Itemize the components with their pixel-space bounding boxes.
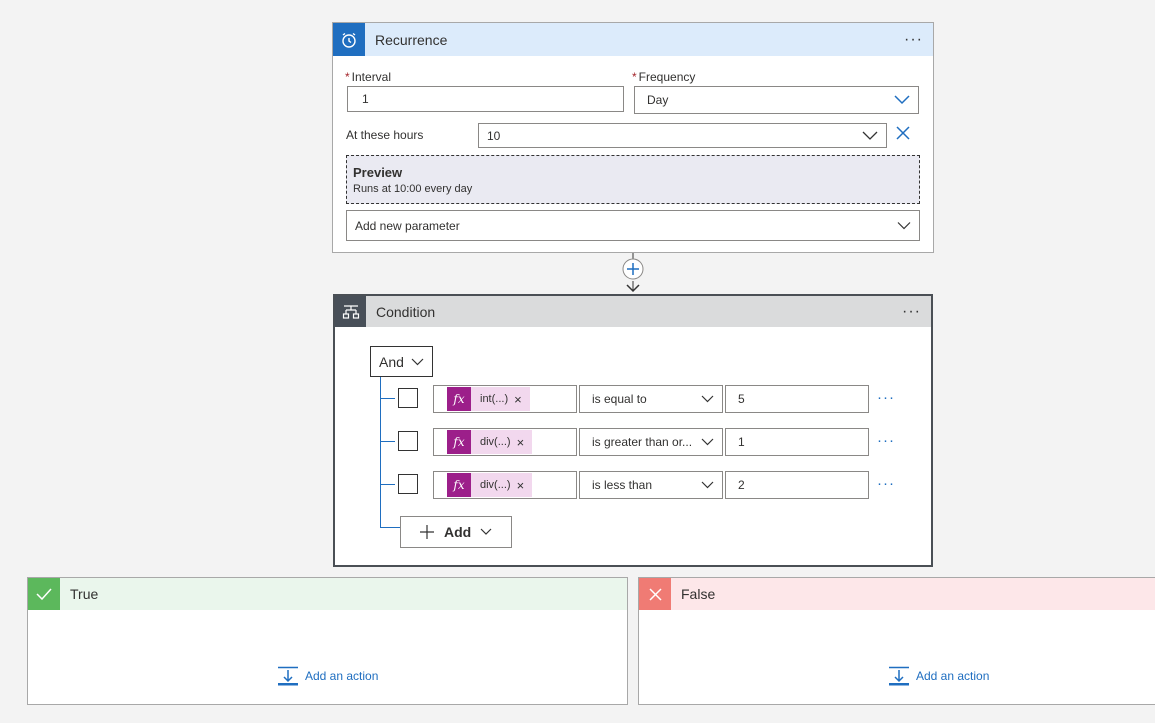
fx-icon: fx [447,430,471,454]
close-icon [648,587,662,601]
frequency-label: * Frequency [632,70,696,84]
false-add-action-label: Add an action [916,669,990,683]
operand-value: 2 [738,478,745,492]
true-add-action-button[interactable]: Add an action [277,666,378,686]
interval-value: 1 [362,92,369,106]
schedule-preview: Preview Runs at 10:00 every day [346,155,920,204]
operator-value: is equal to [592,392,647,406]
plus-icon [420,525,434,539]
chevron-down-icon [480,528,492,535]
row-checkbox[interactable] [398,431,418,451]
operator-value: is less than [592,478,653,492]
add-action-icon [889,666,909,686]
close-icon[interactable] [896,126,910,140]
condition-title: Condition [376,303,436,320]
chevron-down-icon [411,358,424,365]
left-operand-input[interactable]: fx div(...) × [433,471,577,499]
true-branch-header[interactable]: True [28,578,627,610]
chevron-down-icon [701,438,714,446]
condition-icon [342,304,359,319]
right-operand-input[interactable]: 5 [725,385,869,413]
interval-input[interactable]: 1 [347,86,624,112]
operator-dropdown[interactable]: is less than [579,471,723,499]
operand-value: 5 [738,392,745,406]
false-branch: False Add an action [638,577,1155,705]
alarm-clock-icon [342,32,356,48]
fx-icon: fx [447,387,471,411]
add-row-button[interactable]: Add [400,516,512,548]
required-marker: * [345,70,350,84]
add-action-icon [278,666,298,686]
right-operand-input[interactable]: 1 [725,428,869,456]
recurrence-header[interactable]: Recurrence ··· [333,23,933,56]
hours-dropdown[interactable]: 10 [478,123,887,148]
preview-text: Runs at 10:00 every day [353,183,473,195]
true-branch: True Add an action [27,577,628,705]
add-parameter-label: Add new parameter [355,218,460,233]
recurrence-title: Recurrence [375,31,448,48]
token-label: div(...) [480,436,511,448]
hours-value: 10 [487,128,501,143]
expression-token[interactable]: fx div(...) × [447,473,533,497]
operator-dropdown[interactable]: is equal to [579,385,723,413]
recurrence-card: Recurrence ··· * Interval 1 * Frequency Da… [332,22,934,253]
interval-label: * Interval [345,70,392,84]
false-icon-tile [639,578,671,610]
remove-token-icon[interactable]: × [517,478,525,493]
tree-branch [380,441,395,442]
false-branch-header[interactable]: False [639,578,1155,610]
token-label: div(...) [480,479,511,491]
operator-value: is greater than or... [592,435,693,449]
recurrence-menu-button[interactable]: ··· [904,31,923,49]
group-operator-value: And [379,353,404,370]
fx-icon: fx [447,473,471,497]
frequency-value: Day [647,93,669,107]
left-operand-input[interactable]: fx div(...) × [433,428,577,456]
add-row-label: Add [444,524,472,540]
row-checkbox[interactable] [398,388,418,408]
expression-token[interactable]: fx div(...) × [447,430,533,454]
row-menu-button[interactable]: ··· [877,475,895,492]
tree-branch [380,527,400,528]
chevron-down-icon [701,395,714,403]
token-label: int(...) [480,393,509,405]
row-checkbox[interactable] [398,474,418,494]
preview-title: Preview [353,165,403,180]
remove-token-icon[interactable]: × [517,435,525,450]
operand-value: 1 [738,435,745,449]
tree-branch [380,398,395,399]
condition-icon-tile [335,296,366,327]
true-branch-title: True [70,586,99,602]
true-add-action-label: Add an action [305,669,379,683]
true-icon-tile [28,578,60,610]
condition-header[interactable]: Condition ··· [335,296,931,327]
frequency-dropdown[interactable]: Day [634,86,919,114]
false-add-action-button[interactable]: Add an action [888,666,989,686]
tree-line [380,377,381,528]
recurrence-icon-tile [333,23,365,56]
remove-token-icon[interactable]: × [514,392,522,407]
chevron-down-icon [897,221,911,229]
required-marker: * [632,70,637,84]
chevron-down-icon [701,481,714,489]
insert-step-icon[interactable] [622,258,644,280]
group-operator-dropdown[interactable]: And [370,346,433,377]
condition-card: Condition ··· And fx int(...) × is equal… [333,294,933,567]
add-parameter-dropdown[interactable]: Add new parameter [346,210,920,241]
operator-dropdown[interactable]: is greater than or... [579,428,723,456]
hours-label: At these hours [346,128,424,142]
left-operand-input[interactable]: fx int(...) × [433,385,577,413]
right-operand-input[interactable]: 2 [725,471,869,499]
chevron-down-icon [862,131,878,140]
row-menu-button[interactable]: ··· [877,389,895,406]
row-menu-button[interactable]: ··· [877,432,895,449]
chevron-down-icon [894,95,910,105]
expression-token[interactable]: fx int(...) × [447,387,530,411]
false-branch-title: False [681,586,716,602]
checkmark-icon [36,588,52,600]
tree-branch [380,484,395,485]
condition-menu-button[interactable]: ··· [902,303,921,321]
